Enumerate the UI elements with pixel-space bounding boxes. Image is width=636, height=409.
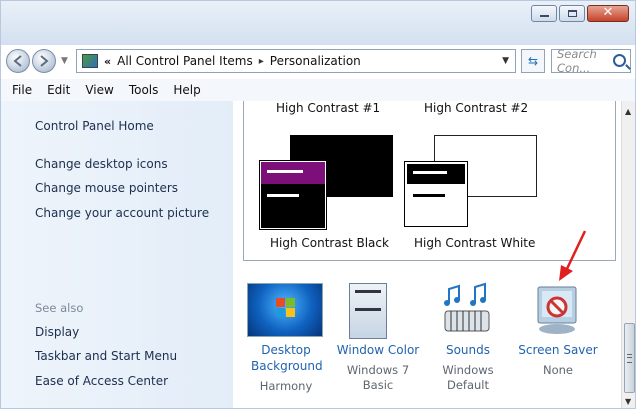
search-icon[interactable] — [613, 54, 626, 67]
breadcrumb-all-items[interactable]: All Control Panel Items — [117, 54, 253, 68]
desktop-background-thumbnail — [247, 283, 323, 337]
sounds-label[interactable]: Sounds — [433, 342, 503, 358]
breadcrumb-separator[interactable]: ▸ — [259, 56, 264, 67]
desktop-background-value: Harmony — [259, 379, 313, 393]
menu-help[interactable]: Help — [173, 83, 200, 97]
refresh-button[interactable]: ⇆ — [521, 49, 545, 73]
main-content: High Contrast #1 High Contrast #2 High C… — [233, 101, 621, 408]
sidebar: Control Panel Home Change desktop icons … — [1, 101, 233, 408]
hc-black-title-text-line — [267, 170, 303, 173]
scrollbar-grip — [627, 354, 632, 363]
change-desktop-icons-link[interactable]: Change desktop icons — [35, 157, 168, 171]
theme-label-high-contrast-white[interactable]: High Contrast White — [414, 236, 535, 250]
menu-view[interactable]: View — [85, 83, 113, 97]
address-box[interactable]: « All Control Panel Items ▸ Personalizat… — [76, 49, 516, 73]
close-button[interactable] — [587, 5, 629, 22]
control-panel-icon — [82, 54, 98, 68]
minimize-button[interactable] — [531, 5, 557, 22]
search-input[interactable]: Search Con... — [551, 47, 631, 75]
change-mouse-pointers-link[interactable]: Change mouse pointers — [35, 181, 178, 195]
menu-edit[interactable]: Edit — [47, 83, 70, 97]
theme-high-contrast-black[interactable] — [259, 135, 400, 231]
see-also-heading: See also — [35, 301, 84, 315]
menu-tools[interactable]: Tools — [129, 83, 159, 97]
caption-buttons — [531, 5, 629, 22]
window-color-icon — [349, 283, 387, 339]
sounds-icon — [444, 282, 490, 332]
screen-saver-icon — [537, 286, 577, 334]
personalization-window: ▼ « All Control Panel Items ▸ Personaliz… — [0, 0, 636, 409]
breadcrumb-personalization[interactable]: Personalization — [270, 54, 361, 68]
address-bar-row: ▼ « All Control Panel Items ▸ Personaliz… — [1, 47, 635, 77]
theme-high-contrast-white[interactable] — [404, 135, 554, 231]
maximize-button[interactable] — [559, 5, 585, 22]
scroll-down-arrow-icon[interactable]: ▼ — [625, 397, 631, 406]
menu-bar: File Edit View Tools Help — [1, 79, 635, 102]
sounds-value: Windows Default — [433, 363, 503, 393]
ease-of-access-link[interactable]: Ease of Access Center — [35, 374, 168, 388]
window-color-value: Windows 7 Basic — [336, 363, 420, 393]
hc-white-body-text-line — [413, 194, 445, 197]
hc-black-body-text-line — [267, 194, 299, 197]
sounds-value-line-2: Default — [446, 378, 490, 392]
back-button[interactable] — [6, 49, 30, 73]
windows-logo-red — [276, 298, 285, 307]
window-color-line-1 — [355, 290, 381, 293]
windows-logo-green — [286, 298, 295, 307]
window-color-value-line-2: Basic — [362, 378, 394, 392]
screen-saver-label[interactable]: Screen Saver — [518, 342, 598, 358]
address-dropdown[interactable]: ▼ — [502, 56, 509, 66]
back-arrow-icon — [13, 55, 22, 67]
refresh-icon: ⇆ — [527, 54, 539, 68]
hc-black-titlebar-preview — [261, 162, 325, 184]
title-bar — [1, 1, 635, 45]
forward-arrow-icon — [40, 55, 49, 67]
theme-label-high-contrast-black[interactable]: High Contrast Black — [270, 236, 389, 250]
control-panel-home-link[interactable]: Control Panel Home — [35, 119, 154, 133]
desktop-background-label[interactable]: Desktop Background — [251, 342, 323, 374]
forward-button[interactable] — [32, 49, 56, 73]
windows-logo-yellow — [286, 308, 295, 317]
taskbar-start-menu-link[interactable]: Taskbar and Start Menu — [35, 349, 177, 363]
vertical-scrollbar[interactable]: ▲ ▼ — [621, 101, 635, 408]
overflow-chevron[interactable]: « — [104, 55, 111, 68]
theme-label-high-contrast-2[interactable]: High Contrast #2 — [424, 101, 528, 115]
display-link[interactable]: Display — [35, 325, 79, 339]
scroll-up-arrow-icon[interactable]: ▲ — [625, 107, 631, 116]
desktop-background-label-line-2: Background — [251, 359, 323, 373]
recent-pages-dropdown[interactable]: ▼ — [61, 56, 68, 66]
hc-white-window-preview — [404, 161, 468, 227]
screen-saver-value: None — [542, 363, 573, 377]
windows-logo-blue — [276, 308, 285, 317]
hc-white-title-text-line — [413, 171, 447, 174]
hc-black-window-preview — [259, 160, 327, 230]
sounds-value-line-1: Windows — [442, 363, 494, 377]
change-account-picture-link[interactable]: Change your account picture — [35, 206, 209, 220]
menu-file[interactable]: File — [12, 83, 32, 97]
window-color-label[interactable]: Window Color — [336, 342, 420, 358]
scrollbar-thumb[interactable] — [624, 323, 635, 393]
red-arrow-icon — [559, 230, 587, 281]
window-color-value-line-1: Windows 7 — [346, 363, 410, 377]
desktop-background-label-line-1: Desktop — [261, 343, 311, 357]
window-color-line-2 — [355, 308, 381, 311]
theme-label-high-contrast-1[interactable]: High Contrast #1 — [276, 101, 380, 115]
hc-white-titlebar-preview — [407, 164, 465, 184]
